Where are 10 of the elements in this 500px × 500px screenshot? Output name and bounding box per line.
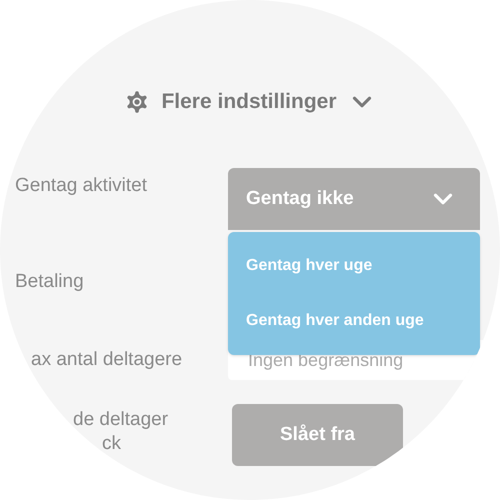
more-settings-toggle[interactable]: Flere indstillinger: [123, 86, 377, 118]
field-label: de deltager: [73, 408, 170, 432]
dropdown-option[interactable]: Gentag hver anden uge: [228, 309, 480, 334]
toggle-button[interactable]: Slået fra: [232, 404, 403, 466]
field-label: Gentag aktivitet: [15, 175, 148, 196]
repeat-select[interactable]: Gentag ikke: [228, 168, 480, 230]
field-label: ck: [101, 432, 122, 456]
dropdown-option[interactable]: Gentag hver uge: [228, 254, 480, 278]
field-label: ax antal deltagere: [30, 348, 184, 372]
field-label: Betaling: [15, 270, 85, 294]
